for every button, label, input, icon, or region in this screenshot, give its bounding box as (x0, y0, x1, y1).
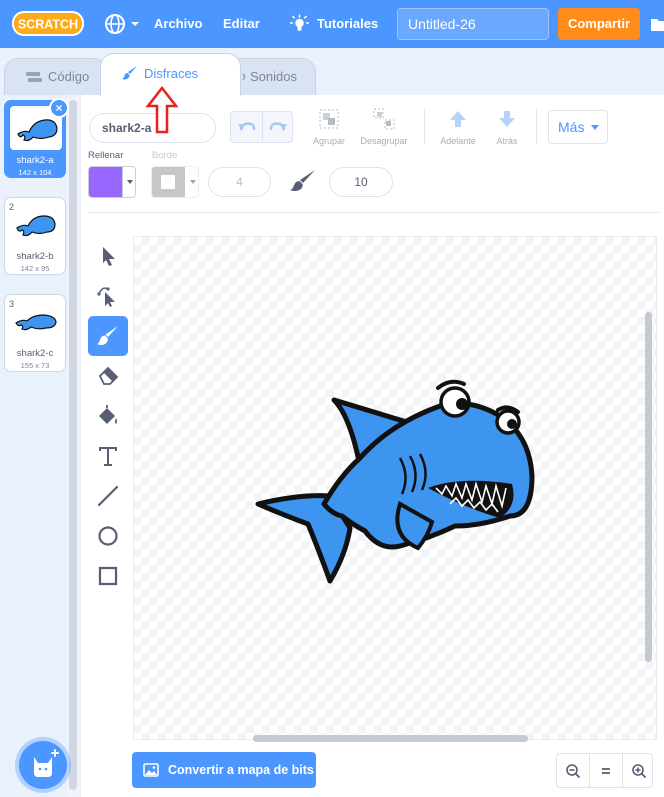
caret-down-icon (591, 125, 599, 130)
forward-button[interactable]: Adelante (436, 108, 480, 146)
tab-costumes-label: Disfraces (144, 66, 199, 81)
costume-name: shark2-c (16, 348, 54, 359)
shark-thumbnail (17, 119, 58, 142)
circle-tool[interactable] (88, 516, 128, 556)
zoom-in-button[interactable] (623, 754, 655, 787)
ungroup-icon (373, 108, 395, 130)
code-blocks-icon (26, 72, 42, 82)
arrow-down-icon (499, 111, 515, 127)
cat-plus-icon (34, 749, 59, 777)
text-tool[interactable] (88, 436, 128, 476)
circle-icon (98, 526, 118, 546)
undo-icon[interactable] (231, 112, 262, 142)
delete-costume-button[interactable]: × (49, 98, 69, 118)
more-label: Más (558, 119, 585, 135)
eraser-icon (98, 366, 119, 385)
forward-label: Adelante (440, 136, 476, 146)
backward-button[interactable]: Atrás (490, 108, 524, 146)
brush-tool[interactable] (88, 316, 128, 356)
menu-archivo[interactable]: Archivo (154, 0, 202, 48)
more-button[interactable]: Más (548, 110, 608, 144)
zoom-reset-button[interactable] (590, 754, 622, 787)
fill-label: Rellenar (88, 150, 124, 161)
zoom-out-icon (566, 764, 581, 779)
equals-icon (602, 768, 610, 774)
group-label: Agrupar (312, 136, 346, 146)
cursor-arrow-icon (103, 247, 115, 266)
add-costume-button[interactable] (19, 741, 67, 789)
backward-label: Atrás (496, 136, 518, 146)
annotation-up-arrow (145, 86, 179, 134)
reshape-tool[interactable] (88, 276, 128, 316)
language-globe-icon[interactable] (104, 12, 144, 36)
costume-name: shark2-a (16, 155, 54, 166)
group-icon (319, 109, 339, 129)
arrow-up-icon (450, 111, 466, 127)
costume-size: 155 x 73 (20, 361, 50, 370)
ungroup-label: Desagrupar (360, 136, 408, 146)
eraser-tool[interactable] (88, 356, 128, 396)
costume-name: shark2-b (16, 251, 54, 262)
fill-color-picker[interactable] (88, 166, 136, 198)
tab-code[interactable]: Código (4, 58, 107, 96)
caret-down-icon (127, 180, 133, 184)
paint-bucket-icon (99, 405, 117, 424)
menu-tutoriales[interactable]: Tutoriales (290, 0, 378, 48)
outline-label: Borde (152, 150, 178, 161)
menu-editar[interactable]: Editar (223, 0, 260, 48)
zoom-out-button[interactable] (557, 754, 589, 787)
select-tool[interactable] (88, 236, 128, 276)
rectangle-icon (98, 566, 118, 586)
fill-color-swatch (89, 167, 122, 197)
shark-thumbnail (16, 215, 56, 237)
line-icon (97, 485, 119, 507)
tab-code-label: Código (48, 69, 90, 84)
brush-size-input[interactable]: 10 (329, 167, 393, 197)
canvas-horizontal-scrollbar[interactable] (253, 735, 528, 742)
group-button[interactable]: Agrupar (310, 108, 348, 146)
tutoriales-label: Tutoriales (317, 16, 379, 31)
outline-width-input[interactable]: 4 (208, 167, 271, 197)
toolbar-separator (88, 212, 660, 213)
ungroup-button[interactable]: Desagrupar (356, 108, 412, 146)
paintbrush-icon (122, 66, 137, 80)
share-button[interactable]: Compartir (558, 8, 640, 40)
toolbar-divider (536, 108, 537, 144)
project-title-input[interactable]: Untitled-26 (397, 8, 549, 40)
scratch-logo[interactable]: SCRATCH (12, 10, 84, 37)
zoom-in-icon (632, 764, 647, 779)
outline-color-picker[interactable] (151, 166, 199, 198)
convert-to-bitmap-button[interactable]: Convertir a mapa de bits (132, 752, 316, 788)
redo-icon[interactable] (263, 112, 294, 142)
caret-down-icon (190, 180, 196, 184)
convert-to-bitmap-label: Convertir a mapa de bits (168, 763, 314, 777)
toolbar-divider (424, 108, 425, 144)
image-icon (143, 763, 159, 777)
line-tool[interactable] (88, 476, 128, 516)
reshape-icon (97, 287, 115, 307)
fill-tool[interactable] (88, 396, 128, 436)
text-t-icon (99, 447, 117, 466)
costume-item-2[interactable]: 2 shark2-b 142 x 95 (4, 197, 66, 275)
costume-list-scrollbar[interactable] (69, 100, 77, 790)
shark-thumbnail (15, 314, 57, 331)
costume-item-3[interactable]: 3 shark2-c 155 x 73 (4, 294, 66, 372)
costume-size: 142 x 104 (18, 168, 52, 177)
rectangle-tool[interactable] (88, 556, 128, 596)
logo-text: SCRATCH (18, 18, 78, 32)
costume-size: 142 x 95 (20, 264, 50, 273)
canvas-vertical-scrollbar[interactable] (645, 312, 652, 662)
paintbrush-icon (97, 326, 118, 346)
brush-size-icon (290, 170, 315, 192)
menu-bar: SCRATCH Archivo Editar Tutoriales Untitl… (0, 0, 664, 48)
my-stuff-folder-icon[interactable] (651, 14, 664, 34)
shark-costume-drawing[interactable] (250, 376, 540, 586)
zoom-controls (556, 753, 653, 788)
tab-sounds-label: Sonidos (250, 69, 297, 84)
lightbulb-icon (290, 14, 309, 31)
undo-redo-group (230, 111, 293, 143)
